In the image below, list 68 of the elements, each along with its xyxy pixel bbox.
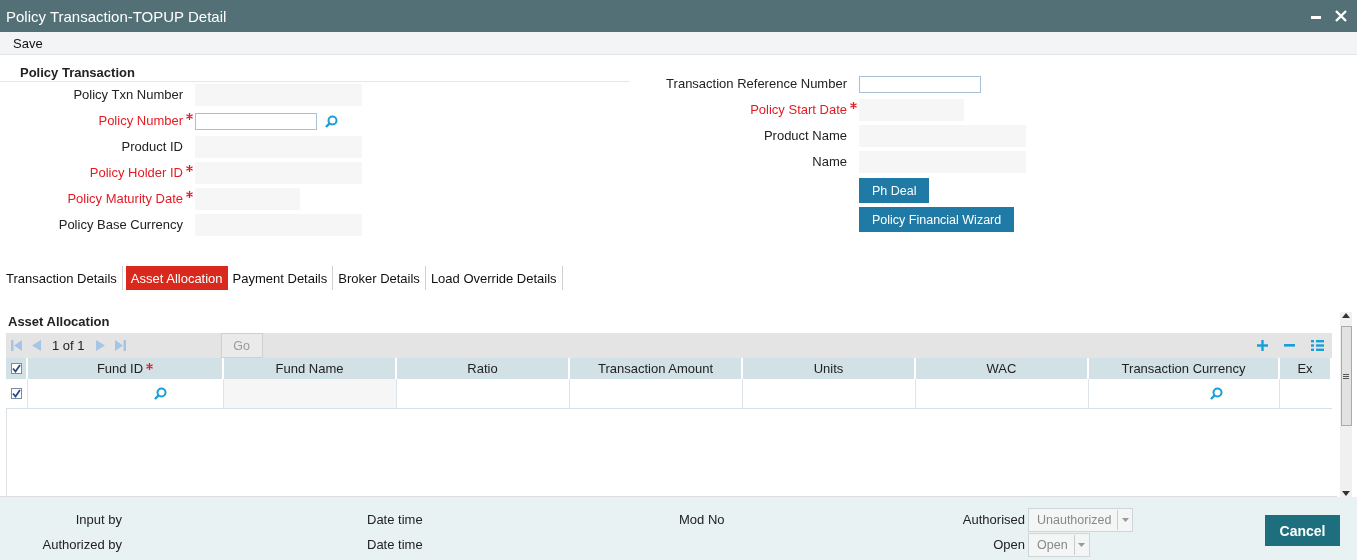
field-label: Policy Start Date	[750, 101, 847, 119]
caret-icon	[1121, 517, 1129, 522]
required-icon	[186, 113, 193, 120]
list-icon[interactable]	[1311, 340, 1324, 351]
column-header: Ex	[1297, 361, 1313, 376]
section-title: Policy Transaction	[0, 61, 630, 82]
required-icon	[186, 165, 193, 172]
field-label: Policy Base Currency	[58, 216, 183, 234]
deal-button[interactable]: Ph Deal	[859, 178, 930, 203]
field-label: Policy Txn Number	[73, 86, 183, 104]
field-label: Transaction Reference Number	[666, 75, 847, 93]
column-header: Transaction Amount	[597, 361, 714, 376]
required-icon	[146, 363, 154, 370]
field-label: Mod No	[679, 512, 725, 527]
table-cell[interactable]	[916, 379, 1089, 409]
field-label: Policy Maturity Date	[67, 190, 183, 208]
required-icon	[186, 191, 193, 198]
field-label: Open	[992, 537, 1025, 552]
field-label: Name	[812, 153, 847, 171]
window-title: Policy Transaction-TOPUP Detail	[6, 7, 228, 25]
field-label: Authorized by	[42, 537, 122, 552]
column-header: Fund ID	[96, 361, 144, 376]
required-icon	[850, 102, 857, 109]
tab[interactable]: Asset Allocation	[125, 266, 228, 290]
wizard-button[interactable]: Policy Financial Wizard	[859, 207, 1015, 232]
field-label: Policy Number	[98, 112, 183, 130]
cancel-button[interactable]: Cancel	[1265, 515, 1340, 546]
select-field[interactable]: Open	[1028, 532, 1090, 557]
field-label: Date time	[367, 512, 423, 527]
input-field[interactable]	[195, 112, 317, 130]
table-cell[interactable]	[570, 379, 743, 409]
field-label: Date time	[367, 537, 423, 552]
next-page-icon[interactable]	[95, 340, 105, 351]
last-page-icon[interactable]	[114, 340, 126, 351]
column-header: Ratio	[467, 361, 498, 376]
search-icon[interactable]	[1210, 387, 1223, 400]
field-label: Input by	[75, 512, 122, 527]
search-icon[interactable]	[154, 387, 167, 400]
select-field[interactable]: Unauthorized	[1028, 507, 1134, 532]
field-label: Authorised	[961, 512, 1025, 527]
checkbox[interactable]	[10, 363, 22, 374]
column-header: Transaction Currency	[1121, 361, 1246, 376]
first-page-icon[interactable]	[11, 340, 22, 351]
checkbox[interactable]	[11, 388, 22, 399]
column-header: Fund Name	[275, 361, 344, 376]
search-icon[interactable]	[325, 114, 338, 128]
remove-icon[interactable]	[1284, 344, 1295, 347]
field-label: Product Name	[763, 127, 847, 145]
save-button[interactable]: Save	[4, 33, 52, 53]
table-cell[interactable]	[1089, 379, 1280, 409]
table-cell[interactable]	[28, 379, 224, 409]
scroll-thumb[interactable]	[1340, 326, 1352, 426]
page-indicator: 1 of 1	[51, 338, 86, 353]
close-icon[interactable]	[1335, 10, 1347, 22]
table-cell[interactable]	[743, 379, 916, 409]
scroll-up-icon[interactable]	[1342, 312, 1350, 318]
scrollbar[interactable]	[1340, 312, 1352, 497]
previous-page-icon[interactable]	[32, 340, 41, 351]
input-field[interactable]	[859, 75, 981, 93]
column-header: Units	[813, 361, 844, 376]
field-label: Product ID	[121, 138, 183, 156]
add-icon[interactable]	[1257, 340, 1268, 351]
caret-icon	[1078, 542, 1086, 547]
table-cell[interactable]	[397, 379, 570, 409]
column-header: WAC	[986, 361, 1017, 376]
grip-icon	[1343, 373, 1349, 379]
field-label: Policy Holder ID	[89, 164, 183, 182]
grid-title: Asset Allocation	[7, 313, 111, 331]
